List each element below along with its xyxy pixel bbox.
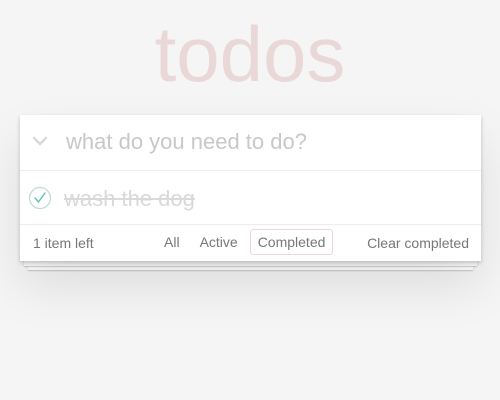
todo-item: wash the dog [20, 171, 481, 225]
stack-shadow-2 [28, 262, 473, 270]
filter-active[interactable]: Active [192, 229, 246, 255]
clear-completed-button[interactable]: Clear completed [367, 235, 469, 251]
check-glyph [28, 186, 52, 210]
footer: 1 item left All Active Completed Clear c… [20, 225, 481, 261]
new-todo-input[interactable] [66, 124, 466, 160]
filters: All Active Completed [156, 229, 334, 255]
filter-completed[interactable]: Completed [249, 229, 334, 255]
chevron-down-icon[interactable] [28, 129, 52, 153]
toggle-all-glyph [32, 136, 48, 146]
todo-list: wash the dog [20, 171, 481, 225]
app-title: todos [154, 10, 346, 98]
todo-app: wash the dog 1 item left All Active Comp… [20, 115, 481, 270]
checkmark-circle-icon[interactable] [28, 186, 52, 210]
todo-label[interactable]: wash the dog [64, 186, 195, 212]
filter-all[interactable]: All [156, 229, 188, 255]
items-left-count: 1 item left [33, 235, 94, 251]
header-row [20, 115, 481, 171]
